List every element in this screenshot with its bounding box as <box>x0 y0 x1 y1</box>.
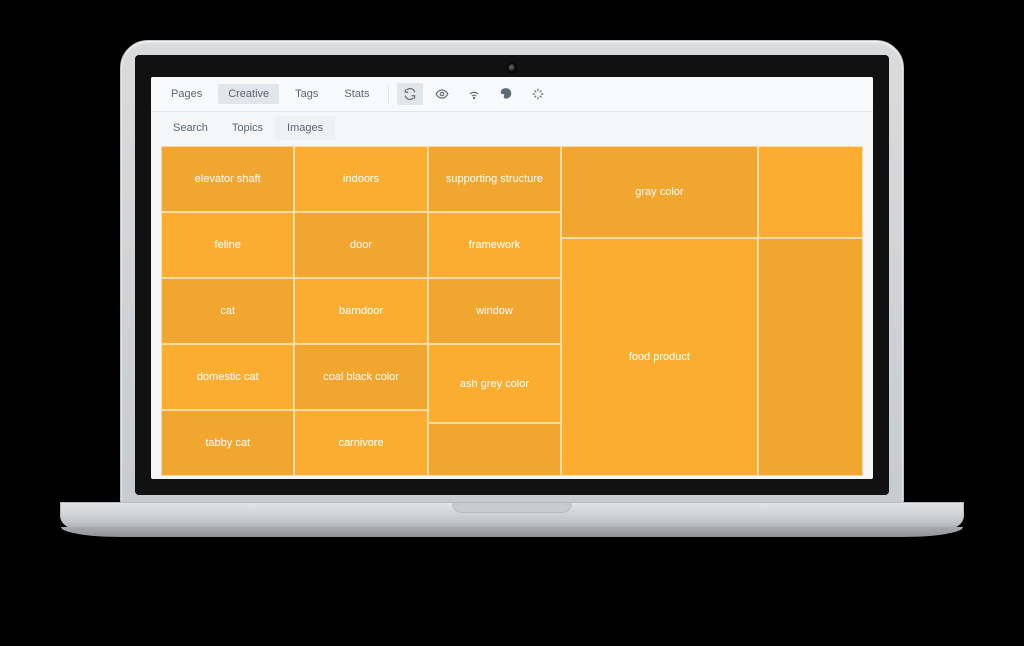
treemap-cell[interactable]: feline <box>161 212 294 278</box>
paint-icon[interactable] <box>493 83 519 105</box>
laptop-base <box>60 502 964 530</box>
treemap-cell[interactable]: indoors <box>294 146 427 212</box>
subtab-search[interactable]: Search <box>161 116 220 140</box>
main-toolbar: Pages Creative Tags Stats <box>151 77 873 112</box>
sparkle-icon[interactable] <box>525 83 551 105</box>
tab-pages[interactable]: Pages <box>161 84 212 104</box>
treemap-cell[interactable]: framework <box>428 212 561 278</box>
eye-icon[interactable] <box>429 83 455 105</box>
drop-shadow <box>60 592 964 632</box>
treemap-cell[interactable]: door <box>294 212 427 278</box>
treemap-cell[interactable]: cat <box>161 278 294 344</box>
treemap-cell[interactable] <box>758 146 863 238</box>
treemap-cell[interactable]: gray color <box>561 146 758 238</box>
toolbar-divider <box>388 85 389 103</box>
laptop-lid: Pages Creative Tags Stats <box>120 40 904 510</box>
treemap-cell[interactable]: food product <box>561 238 758 476</box>
treemap-cell[interactable] <box>428 423 561 476</box>
treemap-cell[interactable]: tabby cat <box>161 410 294 476</box>
treemap-cell[interactable]: barndoor <box>294 278 427 344</box>
laptop-notch <box>452 503 572 513</box>
treemap-cell[interactable]: elevator shaft <box>161 146 294 212</box>
treemap-cell[interactable]: domestic cat <box>161 344 294 410</box>
tab-creative[interactable]: Creative <box>218 84 279 104</box>
treemap: elevator shaft indoors supporting struct… <box>161 146 863 476</box>
stage: Pages Creative Tags Stats <box>0 0 1024 646</box>
app-window: Pages Creative Tags Stats <box>151 77 873 479</box>
tab-tags[interactable]: Tags <box>285 84 328 104</box>
treemap-cell[interactable] <box>758 238 863 476</box>
laptop-mock: Pages Creative Tags Stats <box>120 40 904 560</box>
treemap-cell[interactable]: carnivore <box>294 410 427 476</box>
wifi-icon[interactable] <box>461 83 487 105</box>
treemap-cell[interactable]: window <box>428 278 561 344</box>
treemap-cell[interactable]: coal black color <box>294 344 427 410</box>
refresh-icon[interactable] <box>397 83 423 105</box>
subtab-images[interactable]: Images <box>275 116 335 140</box>
screen: Pages Creative Tags Stats <box>151 77 873 479</box>
treemap-cell[interactable]: ash grey color <box>428 344 561 423</box>
camera-icon <box>507 63 517 73</box>
sub-toolbar: Search Topics Images <box>151 112 873 140</box>
subtab-topics[interactable]: Topics <box>220 116 275 140</box>
tab-stats[interactable]: Stats <box>334 84 379 104</box>
treemap-cell[interactable]: supporting structure <box>428 146 561 212</box>
